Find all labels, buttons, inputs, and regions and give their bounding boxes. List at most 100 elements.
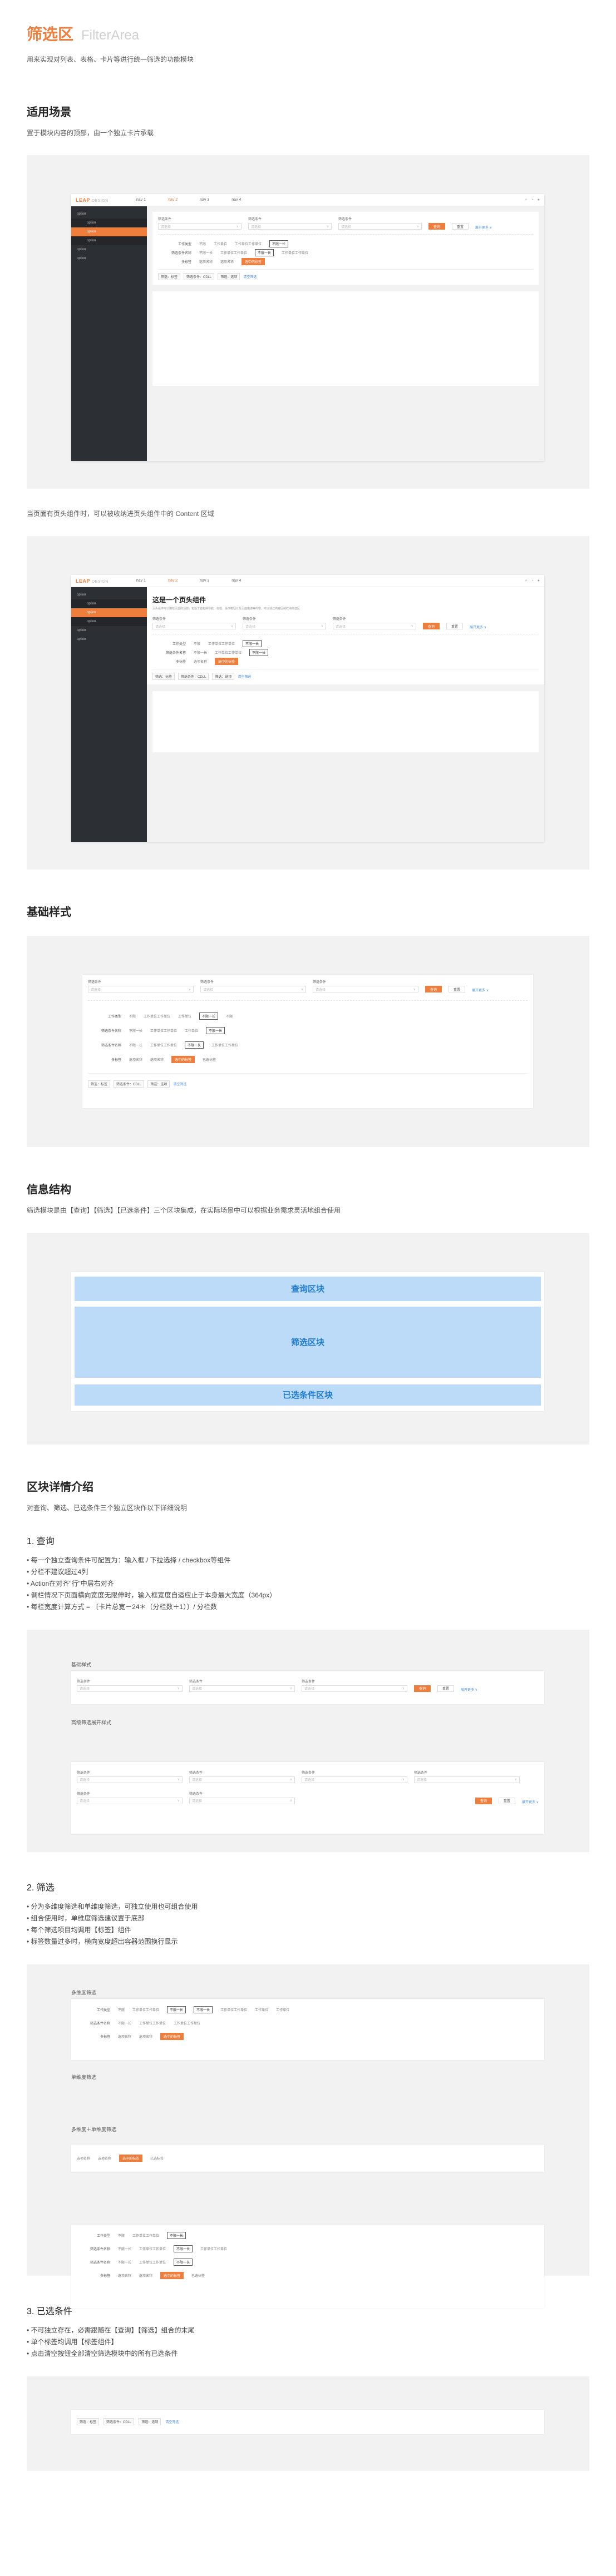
search-button[interactable]: 查询 [425,986,442,993]
chevron-down-icon: ∨ [411,624,413,628]
filter-select[interactable]: 请选择 ∨ [333,623,416,630]
collapse-link[interactable]: 展开更多 ∨ [522,1799,539,1804]
nav-item[interactable]: nav 4 [231,198,241,202]
basic-filter-card: 筛选条件 请选择 ∨ 筛选条件 请选择 ∨ 筛选条件 请选择 ∨ 查询 重置 展开更多 ∨ … [82,975,533,1109]
nav-item[interactable]: nav 2 [168,579,178,583]
reset-button[interactable]: 重置 [449,986,466,993]
reset-button[interactable]: 重置 [452,223,469,230]
search-button[interactable]: 查询 [428,223,446,230]
nav-item[interactable]: nav 1 [136,198,146,202]
search-icon[interactable]: ⌕ [525,198,528,202]
avatar[interactable]: ● [538,579,540,583]
selected-chip[interactable]: 筛选：选项 [139,2418,161,2426]
search-button[interactable]: 查询 [423,623,440,630]
filter-select[interactable]: 请选择 ∨ [189,1797,295,1804]
sidebar-item[interactable]: option [71,245,147,254]
sidebar-item[interactable]: option [71,236,147,246]
avatar[interactable]: ● [538,198,540,202]
chevron-down-icon: ∨ [413,987,416,991]
filter-select[interactable]: 请选择 ∨ [302,1776,407,1783]
selected-block: 已选条件区块 [75,1384,541,1406]
info-p: 筛选模块是由【查询】【筛选】【已选条件】三个区块集成，在实际场景中可以根据业务需… [27,1207,341,1215]
app-mock-1: LEAP DESIGN nav 1 nav 2 nav 3 nav 4 ⌕ ◔ ●… [71,194,544,461]
filter-select[interactable]: 请选择 ∨ [158,223,242,230]
sidebar-item[interactable]: option [71,210,147,219]
filter-select[interactable]: 请选择 ∨ [338,223,422,230]
filter-select[interactable]: 请选择 ∨ [77,1797,183,1804]
selected-chips: 筛选：标签 筛选条件：CDLL 筛选：选项 清空筛选 [158,269,533,281]
expand-link[interactable]: 展开更多 ∨ [470,624,486,629]
search-button[interactable]: 查询 [414,1685,431,1692]
sidebar-item[interactable]: option [71,219,147,228]
search-icon[interactable]: ⌕ [525,579,528,583]
sidebar-item[interactable]: option [71,227,147,237]
title-zh: 筛选区 [27,26,74,43]
sidebar-item[interactable]: option [71,590,147,599]
filter-select[interactable]: 请选择 ∨ [77,1776,183,1783]
expand-link[interactable]: 展开更多 ∨ [475,225,492,230]
title-en: FilterArea [81,28,140,43]
selected-chip[interactable]: 筛选：标签 [77,2418,100,2426]
basic-stage: 筛选条件 请选择 ∨ 筛选条件 请选择 ∨ 筛选条件 请选择 ∨ 查询 重置 展开更多 ∨ … [27,936,589,1148]
usage-p2: 当页面有页头组件时，可以被收纳进页头组件中的 Content 区域 [27,510,214,518]
filter-select[interactable]: 请选择 ∨ [189,1776,295,1783]
chevron-down-icon: ∨ [177,1687,180,1691]
chevron-down-icon: ∨ [177,1799,180,1803]
reset-button[interactable]: 重置 [437,1685,455,1692]
filter-block: 筛选区块 [75,1306,541,1378]
filter-select[interactable]: 请选择 ∨ [77,1685,183,1692]
nav-item[interactable]: nav 4 [231,579,241,583]
nav-item[interactable]: nav 3 [200,579,209,583]
usage-stage-1: LEAP DESIGN nav 1 nav 2 nav 3 nav 4 ⌕ ◔ ●… [27,155,589,489]
filter-select[interactable]: 请选择 ∨ [189,1685,295,1692]
page-header-with-filter: 这是一个页头组件 页头组件可以用在页面的顶部，包括了面包屑导航、标题、操作按钮以… [147,587,544,685]
sidebar-item[interactable]: option [71,599,147,609]
chevron-down-icon: ∨ [289,1687,292,1691]
reset-button[interactable]: 重置 [498,1797,515,1804]
chevron-down-icon: ∨ [402,1778,405,1782]
filter-select[interactable]: 请选择 ∨ [313,986,418,993]
content-placeholder [152,691,539,753]
page-title: 筛选区 FilterArea [27,22,589,44]
bell-icon[interactable]: ◔ [531,198,534,202]
filter-select[interactable]: 请选择 ∨ [302,1685,407,1692]
sidebar-item[interactable]: option [71,608,147,618]
nav-item[interactable]: nav 1 [136,579,146,583]
sidebar-item[interactable]: option [71,617,147,627]
selected-chip[interactable]: 筛选条件：CDLL [104,2418,135,2426]
sidebar-item[interactable]: option [71,626,147,635]
filter-row: 筛选条件名称 不限一长 工作单位工作单位 不限一长 工作单位工作单位 [158,248,533,257]
s3-bullets: • 不可独立存在，必需跟随在【查询】【筛选】组合的末尾 • 单个标签均调用【标签… [27,2326,195,2357]
query-basic-card: 筛选条件 请选择 ∨ 筛选条件 请选择 ∨ 筛选条件 请选择 ∨ 查询 重置 展开更多 ∨ [71,1670,544,1704]
bell-icon[interactable]: ◔ [531,579,534,583]
clear-all-link[interactable]: 清空筛选 [165,2419,179,2424]
nav-item[interactable]: nav 3 [200,198,209,202]
filter-select[interactable]: 请选择 ∨ [200,986,306,993]
filter-select[interactable]: 请选择 ∨ [248,223,332,230]
info-heading: 信息结构 [27,1184,71,1197]
filter-select[interactable]: 请选择 ∨ [152,623,236,630]
s3-stage: 筛选：标签 筛选条件：CDLL 筛选：选项 清空筛选 [27,2376,589,2471]
filter-select[interactable]: 请选择 ∨ [243,623,326,630]
sidebar-item[interactable]: option [71,254,147,263]
chevron-down-icon: ∨ [416,225,419,229]
structure-card: 查询区块 筛选区块 已选条件区块 [71,1272,544,1411]
filter-select[interactable]: 请选择 ∨ [414,1776,520,1783]
chevron-down-icon: ∨ [230,624,233,628]
single-dim-card: 选项名称 选项名称 选中的标签 已选标签 [71,2144,544,2172]
expand-link[interactable]: 展开更多 ∨ [461,1687,477,1692]
filter-row: 多标签 选项名称 选项名称 选中的标签 [158,257,533,266]
expand-link[interactable]: 展开更多 ∨ [472,987,489,992]
usage-p1: 置于模块内容的顶部，由一个独立卡片承载 [27,129,154,137]
filter-select[interactable]: 请选择 ∨ [88,986,194,993]
document: 筛选区 FilterArea 用来实现对列表、表格、卡片等进行统一筛选的功能模块… [0,0,616,2576]
detail-p: 对查询、筛选、已选条件三个独立区块作以下详细说明 [27,1503,188,1512]
sidebar-item[interactable]: option [71,635,147,644]
query-advanced-card: 筛选条件 请选择 ∨ 筛选条件 请选择 ∨ 筛选条件 请选择 ∨ 筛选条件 请选择 ∨ 筛选条件… [71,1761,544,1834]
search-button[interactable]: 查询 [475,1797,492,1804]
s2-title: 2. 筛选 [27,1883,55,1893]
nav-item[interactable]: nav 2 [168,198,178,202]
filter-row: 工作类型 不限 工作单位 工作单位工作单位 不限一长 [158,239,533,248]
reset-button[interactable]: 重置 [446,623,464,630]
s1-stage: 基础样式 筛选条件 请选择 ∨ 筛选条件 请选择 ∨ 筛选条件 请选择 ∨ 查询 重置 展开… [27,1629,589,1852]
